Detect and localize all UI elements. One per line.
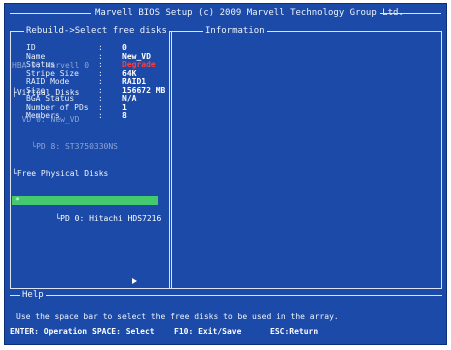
bios-screen: Marvell BIOS Setup (c) 2009 Marvell Tech… bbox=[4, 3, 447, 345]
info-key-members: Members bbox=[26, 111, 60, 120]
help-text: Use the space bar to select the free dis… bbox=[16, 312, 339, 321]
selected-disk-label: └PD 0: Hitachi HDS7216 bbox=[40, 214, 162, 223]
space-select-hint: SPACE: Select bbox=[92, 327, 155, 336]
title-rule-left bbox=[10, 13, 91, 14]
tree-item-free-physical-disks[interactable]: └Free Physical Disks bbox=[12, 169, 158, 178]
info-row-members: Members : 8 bbox=[26, 111, 165, 121]
information-list: ID : 0 Name : New_VD Status : Degrade St… bbox=[26, 43, 165, 121]
right-panel-title: Information bbox=[203, 25, 267, 37]
left-panel-title: Rebuild->Select free disks bbox=[24, 25, 169, 37]
f10-exit-save-hint: F10: Exit/Save bbox=[174, 327, 242, 336]
selection-marker: * bbox=[15, 196, 20, 205]
window-title-bar: Marvell BIOS Setup (c) 2009 Marvell Tech… bbox=[4, 7, 447, 19]
title-rule-right bbox=[380, 13, 441, 14]
info-separator: : bbox=[98, 111, 103, 120]
info-value-members: 8 bbox=[122, 111, 127, 120]
help-panel-title: Help bbox=[20, 289, 46, 301]
enter-operation-hint: ENTER: Operation bbox=[10, 327, 88, 336]
right-arrow-icon[interactable] bbox=[132, 278, 137, 284]
tree-item-pd-0-selected[interactable]: * └PD 0: Hitachi HDS7216 bbox=[12, 196, 161, 223]
information-panel: Information bbox=[169, 25, 442, 289]
window-title: Marvell BIOS Setup (c) 2009 Marvell Tech… bbox=[93, 7, 406, 19]
tree-item-pd-8[interactable]: └PD 8: ST3750330NS bbox=[12, 142, 158, 151]
esc-return-hint: ESC:Return bbox=[270, 327, 319, 336]
keyboard-shortcuts: ENTER: Operation SPACE: Select F10: Exit… bbox=[10, 327, 442, 337]
